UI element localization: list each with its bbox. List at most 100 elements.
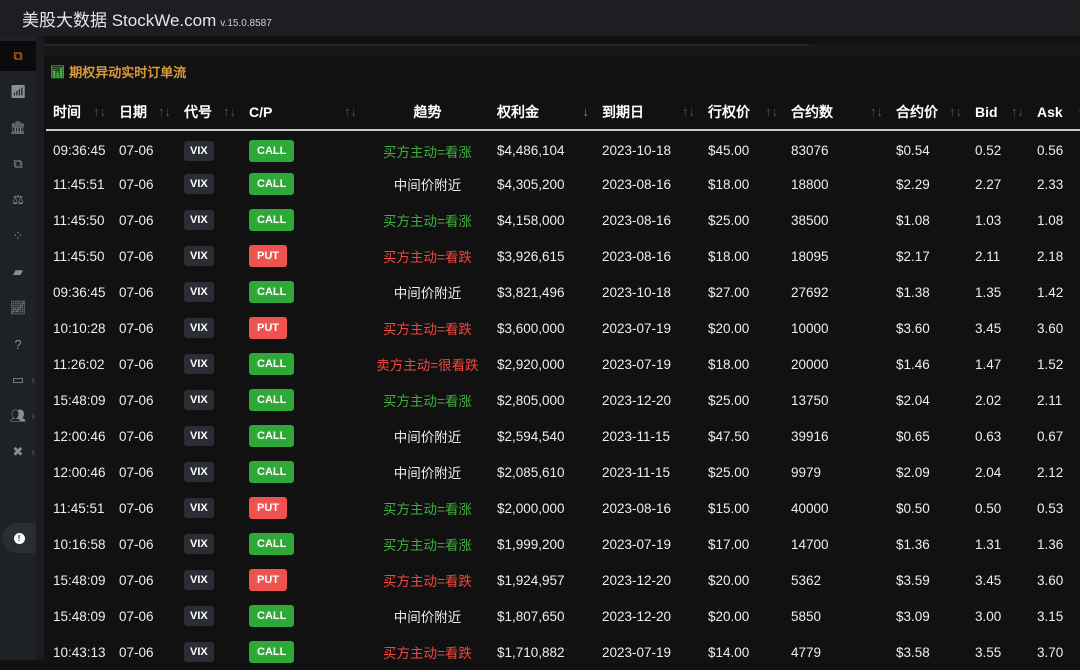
table-row[interactable]: 15:48:09 07-06 VIX CALL 中间价附近 $1,807,650 2023-… [46,598,1080,634]
sidebar-item-info[interactable]: ! [2,523,36,553]
sidebar-item-users[interactable]: 👥︎ › [0,401,36,431]
bid-value: 3.55 [975,644,1002,660]
column-header[interactable]: Bid ↑↓ [968,95,1030,131]
qty-value: 5362 [791,572,822,588]
sidebar-item-chart[interactable]: 📈︎ [0,293,36,323]
price-value: $0.50 [896,500,930,516]
cell-strike: $25.00 [701,382,784,418]
option-type-badge: CALL [249,173,295,195]
cell-strike: $15.00 [701,490,784,526]
trend-label: 中间价附近 [393,178,462,193]
sidebar-item-flow2[interactable]: ⧉ [0,149,36,179]
cell-bid: 3.00 [968,598,1030,634]
ticker-badge: VIX [184,606,214,626]
column-header[interactable]: 趋势 [365,95,490,131]
ticker-badge: VIX [184,210,214,230]
table-row[interactable]: 09:36:45 07-06 VIX CALL 买方主动=看涨 $4,486,104 202… [46,130,1080,166]
sort-icon[interactable]: ↑↓ [949,104,962,119]
horizontal-scrollbar[interactable] [44,44,809,46]
trend-label: 中间价附近 [393,610,462,625]
table-row[interactable]: 11:45:51 07-06 VIX PUT 买方主动=看涨 $2,000,000 2023… [46,490,1080,526]
column-header[interactable]: 时间 ↑↓ [46,95,112,131]
column-header[interactable]: Ask↑↓ [1030,95,1080,131]
sidebar-item-tools[interactable]: ✖ › [0,437,36,467]
cell-trend: 中间价附近 [365,418,490,454]
cell-price: $3.59 [889,562,968,598]
prem-value: $4,486,104 [497,143,565,158]
table-row[interactable]: 11:45:50 07-06 VIX CALL 买方主动=看涨 $4,158,000 202… [46,202,1080,238]
column-header[interactable]: 代号 ↑↓ [177,95,242,131]
cell-strike: $14.00 [701,634,784,670]
table-row[interactable]: 11:45:51 07-06 VIX CALL 中间价附近 $4,305,200 2023-… [46,166,1080,202]
cell-date: 07-06 [112,346,177,382]
table-row[interactable]: 11:26:02 07-06 VIX CALL 卖方主动=很看跌 $2,920,000 20… [46,346,1080,382]
column-header[interactable]: 合约数 ↑↓ [784,95,889,131]
sidebar-item-flow[interactable]: ⧉ [0,41,36,71]
sort-icon[interactable]: ↑↓ [1011,104,1024,119]
table-row[interactable]: 10:16:58 07-06 VIX CALL 买方主动=看涨 $1,999,200 202… [46,526,1080,562]
sidebar-item-bank[interactable]: 🏛︎ [0,113,36,143]
sort-icon[interactable]: ↑↓ [93,104,106,119]
table-row[interactable]: 12:00:46 07-06 VIX CALL 中间价附近 $2,085,610 2023-… [46,454,1080,490]
date-value: 07-06 [119,536,154,552]
sort-desc-icon[interactable]: ↓ [583,104,590,119]
column-header[interactable]: 权利金 ↓ [490,95,595,131]
sort-icon[interactable]: ↑↓ [682,104,695,119]
cell-price: $0.65 [889,418,968,454]
table-row[interactable]: 10:43:13 07-06 VIX CALL 买方主动=看跌 $1,710,882 202… [46,634,1080,670]
cell-qty: 83076 [784,130,889,166]
option-type-badge: PUT [249,497,287,519]
date-value: 07-06 [119,212,154,228]
column-header[interactable]: 日期 ↑↓ [112,95,177,131]
table-row[interactable]: 15:48:09 07-06 VIX PUT 买方主动=看跌 $1,924,957 2023… [46,562,1080,598]
column-header[interactable]: 到期日 ↑↓ [595,95,701,131]
cell-sym: VIX [177,274,242,310]
sort-icon[interactable]: ↑↓ [223,104,236,119]
cell-time: 11:45:50 [46,238,112,274]
cell-cp: CALL [242,130,365,166]
cell-cp: PUT [242,238,365,274]
column-header-label: Bid [975,104,998,120]
cell-exp: 2023-11-15 [595,454,701,490]
table-row[interactable]: 10:10:28 07-06 VIX PUT 买方主动=看跌 $3,600,000 2023… [46,310,1080,346]
bid-value: 2.02 [975,392,1002,408]
cell-price: $2.17 [889,238,968,274]
exp-value: 2023-12-20 [602,572,672,588]
sidebar-item-monitor[interactable]: ▭ › [0,365,36,395]
cell-prem: $4,486,104 [490,130,595,166]
table-row[interactable]: 12:00:46 07-06 VIX CALL 中间价附近 $2,594,540 2023-… [46,418,1080,454]
cell-strike: $47.50 [701,418,784,454]
qty-value: 14700 [791,536,829,552]
sort-icon[interactable]: ↑↓ [870,104,883,119]
prem-value: $1,999,200 [497,536,565,552]
sort-icon[interactable]: ↑↓ [344,104,357,119]
sidebar-item-help[interactable]: ? [0,329,36,359]
sort-icon[interactable]: ↑↓ [158,104,171,119]
ticker-badge: VIX [184,534,214,554]
column-header[interactable]: 合约价 ↑↓ [889,95,968,131]
cell-price: $3.58 [889,634,968,670]
sort-icon[interactable]: ↑↓ [765,104,778,119]
table-row[interactable]: 09:36:45 07-06 VIX CALL 中间价附近 $3,821,496 2023-… [46,274,1080,310]
price-value: $1.36 [896,536,930,552]
cell-time: 11:45:50 [46,202,112,238]
cell-date: 07-06 [112,238,177,274]
table-row[interactable]: 15:48:09 07-06 VIX CALL 买方主动=看涨 $2,805,000 202… [46,382,1080,418]
cell-ask: 2.12 [1030,454,1080,490]
exp-value: 2023-10-18 [602,143,672,158]
cell-time: 11:26:02 [46,346,112,382]
table-row[interactable]: 11:45:50 07-06 VIX PUT 买方主动=看跌 $3,926,615 2023… [46,238,1080,274]
strike-value: $15.00 [708,500,750,516]
sidebar-item-network[interactable]: ⁘ [0,221,36,251]
sidebar-item-analytics[interactable]: 📶︎ [0,77,36,107]
ticker-badge: VIX [184,318,214,338]
column-header[interactable]: 行权价 ↑↓ [701,95,784,131]
column-header-label: 权利金 [497,104,539,120]
sidebar-item-balance[interactable]: ⚖︎ [0,185,36,215]
option-type-badge: CALL [249,209,295,231]
trend-label: 买方主动=看跌 [383,574,472,589]
info-icon: ! [13,532,25,544]
cell-prem: $2,594,540 [490,418,595,454]
sidebar-item-whale[interactable]: ▰ [0,257,36,287]
column-header[interactable]: C/P ↑↓ [242,95,365,131]
